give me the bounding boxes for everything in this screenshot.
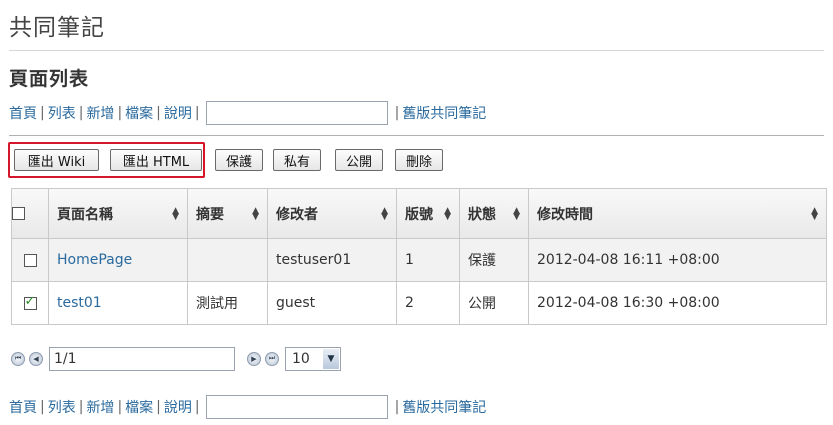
nav-separator: | [78, 105, 84, 121]
nav-separator: | [40, 105, 45, 121]
sort-icon: ▲ ▼ [252, 205, 259, 222]
col-header-label: 頁面名稱 [57, 206, 113, 223]
prev-page-icon[interactable]: ◀ [29, 351, 43, 366]
chevron-down-icon: ▼ [323, 348, 339, 369]
page-size-value: 10 [292, 350, 310, 367]
nav-separator: | [156, 399, 161, 415]
row-checkbox[interactable] [23, 294, 37, 310]
divider [9, 135, 824, 136]
row-select-cell [11, 238, 49, 282]
export-html-button[interactable]: 匯出 HTML [110, 149, 202, 171]
nav-new-link[interactable]: 新增 [86, 103, 114, 123]
summary-cell: 測試用 [187, 281, 268, 325]
sort-icon: ▲ ▼ [811, 205, 818, 222]
public-button[interactable]: 公開 [335, 149, 383, 171]
page-size-select[interactable]: 10 ▼ [285, 346, 341, 371]
status-cell: 保護 [459, 238, 529, 282]
page-title: 頁面列表 [9, 68, 90, 90]
old-version-link[interactable]: 舊版共同筆記 [402, 397, 486, 417]
sort-icon: ▲ ▼ [444, 205, 451, 222]
row-checkbox[interactable] [23, 253, 37, 267]
nav-home-link[interactable]: 首頁 [9, 103, 37, 123]
old-version-link[interactable]: 舊版共同筆記 [402, 103, 486, 123]
select-all-cell [11, 188, 49, 239]
page-link[interactable]: test01 [57, 295, 102, 311]
nav-home-link[interactable]: 首頁 [9, 397, 37, 417]
time-cell: 2012-04-08 16:30 +08:00 [528, 281, 827, 325]
sort-icon: ▲ ▼ [513, 205, 520, 222]
nav-new-link[interactable]: 新增 [86, 397, 114, 417]
table-header-row: 頁面名稱 ▲ ▼ 摘要 ▲ ▼ 修改者 ▲ ▼ 版號 ▲ ▼ 狀態 ▲ ▼ 修改時間 ▲ ▼ [11, 188, 827, 239]
pager: ⏮ ◀ 1/1 ▶ ⏭ 10 ▼ [11, 346, 341, 371]
nav-separator: | [194, 105, 200, 121]
table-row: HomePage testuser01 1 保護 2012-04-08 16:1… [11, 238, 827, 282]
pages-table: 頁面名稱 ▲ ▼ 摘要 ▲ ▼ 修改者 ▲ ▼ 版號 ▲ ▼ 狀態 ▲ ▼ 修改時間 ▲ ▼ HomeP… [11, 188, 827, 325]
nav-separator: | [78, 399, 84, 415]
col-header-modifier[interactable]: 修改者 ▲ ▼ [267, 188, 397, 239]
bottom-nav: 首頁 | 列表 | 新增 | 檔案 | 說明 | | 舊版共同筆記 [9, 393, 486, 421]
delete-button[interactable]: 刪除 [395, 149, 443, 171]
next-page-icon[interactable]: ▶ [247, 351, 261, 366]
search-input[interactable] [205, 395, 388, 419]
col-header-label: 狀態 [468, 206, 496, 223]
name-cell: test01 [48, 281, 188, 325]
private-button[interactable]: 私有 [273, 149, 321, 171]
nav-separator: | [156, 105, 161, 121]
search-input[interactable] [205, 101, 388, 125]
nav-files-link[interactable]: 檔案 [125, 103, 153, 123]
export-wiki-button[interactable]: 匯出 Wiki [14, 149, 99, 171]
page-link[interactable]: HomePage [57, 252, 132, 268]
app-title: 共同筆記 [9, 15, 105, 41]
col-header-time[interactable]: 修改時間 ▲ ▼ [528, 188, 827, 239]
nav-help-link[interactable]: 說明 [164, 103, 192, 123]
nav-help-link[interactable]: 說明 [164, 397, 192, 417]
nav-list-link[interactable]: 列表 [48, 397, 76, 417]
col-header-label: 修改時間 [537, 206, 593, 223]
col-header-label: 摘要 [196, 206, 224, 223]
status-cell: 公開 [459, 281, 529, 325]
col-header-status[interactable]: 狀態 ▲ ▼ [459, 188, 529, 239]
nav-list-link[interactable]: 列表 [48, 103, 76, 123]
version-cell: 1 [396, 238, 460, 282]
modifier-cell: testuser01 [267, 238, 397, 282]
col-header-name[interactable]: 頁面名稱 ▲ ▼ [48, 188, 188, 239]
row-select-cell [11, 281, 49, 325]
first-page-icon[interactable]: ⏮ [11, 351, 25, 366]
protect-button[interactable]: 保護 [215, 149, 263, 171]
last-page-icon[interactable]: ⏭ [265, 351, 279, 366]
page-number-input[interactable]: 1/1 [49, 346, 235, 371]
nav-separator: | [117, 399, 123, 415]
nav-separator: | [117, 105, 123, 121]
nav-separator: | [394, 105, 400, 121]
col-header-label: 版號 [405, 206, 433, 223]
nav-separator: | [194, 399, 200, 415]
col-header-version[interactable]: 版號 ▲ ▼ [396, 188, 460, 239]
sort-icon: ▲ ▼ [381, 205, 388, 222]
col-header-summary[interactable]: 摘要 ▲ ▼ [187, 188, 268, 239]
summary-cell [187, 238, 268, 282]
top-nav: 首頁 | 列表 | 新增 | 檔案 | 說明 | | 舊版共同筆記 [9, 99, 486, 127]
modifier-cell: guest [267, 281, 397, 325]
version-cell: 2 [396, 281, 460, 325]
select-all-checkbox[interactable] [12, 207, 25, 220]
nav-separator: | [394, 399, 400, 415]
divider [9, 50, 824, 51]
time-cell: 2012-04-08 16:11 +08:00 [528, 238, 827, 282]
nav-separator: | [40, 399, 45, 415]
name-cell: HomePage [48, 238, 188, 282]
nav-files-link[interactable]: 檔案 [125, 397, 153, 417]
sort-icon: ▲ ▼ [172, 205, 179, 222]
table-row: test01 測試用 guest 2 公開 2012-04-08 16:30 +… [11, 281, 827, 325]
col-header-label: 修改者 [276, 206, 318, 223]
